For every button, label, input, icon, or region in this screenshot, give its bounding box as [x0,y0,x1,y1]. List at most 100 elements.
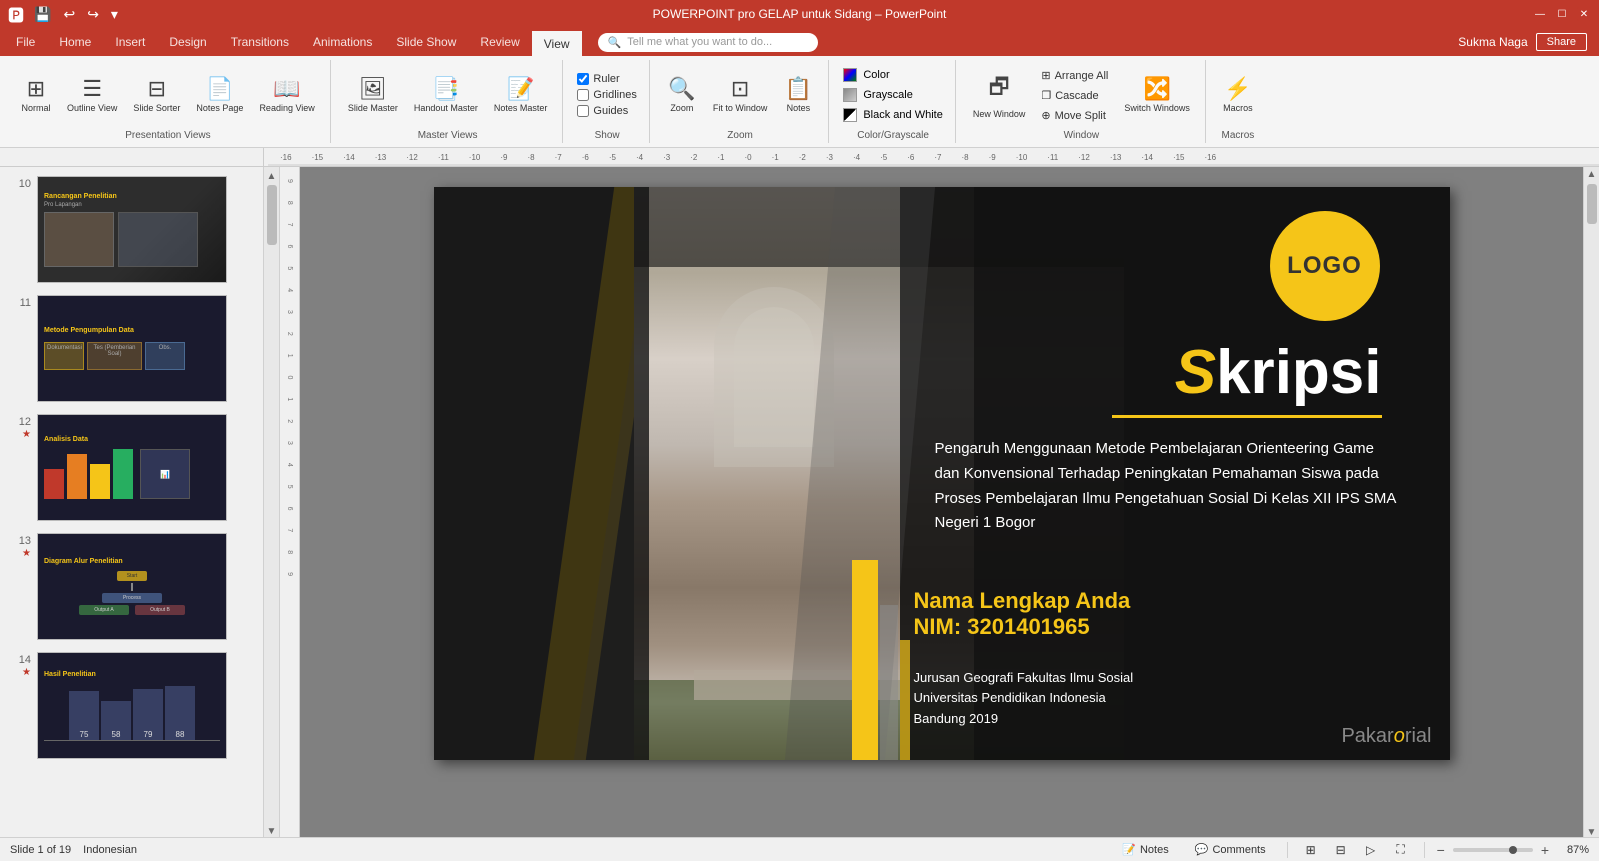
tab-insert[interactable]: Insert [103,28,157,56]
tab-review[interactable]: Review [468,28,531,56]
building-inner [734,307,814,447]
dark-overlay-left [434,187,649,760]
customize-qa-button[interactable]: ▾ [107,4,122,25]
ruler-horizontal: /* ruler marks generated inline */ ·16 ·… [264,148,1599,166]
move-split-button[interactable]: ⊕ Move Split [1034,106,1115,125]
slide-thumb-10[interactable]: 10 Rancangan Penelitian Pro Lapangan [4,171,259,288]
ruler-checkbox[interactable] [577,73,589,85]
black-white-button[interactable]: Black and White [839,106,946,124]
notes-master-button[interactable]: 📝 Notes Master [487,62,555,128]
slide-num-14: 14★ [9,652,31,678]
tab-transitions[interactable]: Transitions [219,28,301,56]
slide-thumb-11[interactable]: 11 Metode Pengumpulan Data Dokumentasi T… [4,290,259,407]
tab-file[interactable]: File [4,28,47,56]
color-label: Color [863,69,889,81]
slide-master-button[interactable]: 🖼 Slide Master [341,62,405,128]
canvas-scroll-up[interactable]: ▲ [1587,169,1597,180]
tab-view[interactable]: View [532,29,582,57]
maximize-button[interactable]: ☐ [1555,7,1569,21]
mv-group-label: Master Views [418,128,478,141]
notes-page-button[interactable]: 📄 Notes Page [189,62,250,128]
normal-view-button[interactable]: ⊞ Normal [14,62,58,128]
cascade-button[interactable]: ❐ Cascade [1034,86,1115,105]
slide-image-12: Analisis Data 📊 [37,414,227,521]
window-group-label: Window [1064,128,1100,141]
zoom-level[interactable]: 87% [1557,844,1589,856]
user-area: Sukma Naga Share [1458,33,1595,51]
arrange-all-button[interactable]: ⊞ Arrange All [1034,66,1115,85]
star-14: ★ [22,667,31,678]
slide-panel[interactable]: 10 Rancangan Penelitian Pro Lapangan 11 … [0,167,264,840]
comments-button[interactable]: 💬 Comments [1186,840,1275,859]
guides-checkbox-row[interactable]: Guides [573,104,632,118]
tab-design[interactable]: Design [157,28,218,56]
grayscale-button[interactable]: Grayscale [839,86,917,104]
zoom-handle [1509,846,1517,854]
window-controls: — ☐ ✕ [1533,7,1591,21]
slide-thumb-13[interactable]: 13★ Diagram Alur Penelitian Start Proces… [4,528,259,645]
color-swatch [843,68,857,82]
minimize-button[interactable]: — [1533,7,1547,21]
slide-wrapper: LOGO Skripsi Pengaruh Menggunaan Metode … [300,167,1583,780]
ruler-checkbox-row[interactable]: Ruler [573,72,623,86]
normal-view-status[interactable]: ⊞ [1300,839,1322,861]
new-window-button[interactable]: 🗗 New Window [966,62,1033,128]
main-slide[interactable]: LOGO Skripsi Pengaruh Menggunaan Metode … [434,187,1450,760]
reading-icon: 📖 [273,76,300,102]
notes-zoom-icon: 📋 [785,76,812,102]
status-bar-right: 📝 Notes 💬 Comments ⊞ ⊟ ▷ ⛶ − + 87% [1113,839,1589,861]
notes-status-button[interactable]: 📝 Notes [1113,840,1177,859]
canvas-scroll-thumb[interactable] [1587,184,1597,224]
app-icon: 🅿 [8,2,24,26]
reading-view-status[interactable]: ▷ [1360,839,1382,861]
redo-button[interactable]: ↪ [83,4,103,25]
ruler-row: /* ruler marks generated inline */ ·16 ·… [0,148,1599,167]
share-button[interactable]: Share [1536,33,1587,51]
tell-me-bar[interactable]: 🔍 Tell me what you want to do... [598,33,818,52]
save-button[interactable]: 💾 [30,4,55,25]
scroll-thumb[interactable] [267,185,277,245]
switch-label: Switch Windows [1124,104,1190,114]
slide-thumb-12[interactable]: 12★ Analisis Data 📊 [4,409,259,526]
tab-animations[interactable]: Animations [301,28,384,56]
zoom-plus[interactable]: + [1541,842,1549,858]
zoom-minus[interactable]: − [1437,842,1445,858]
slide-sorter-button[interactable]: ⊟ Slide Sorter [126,62,187,128]
scroll-up-arrow[interactable]: ▲ [265,169,279,183]
canvas-area: 9 8 7 6 5 4 3 2 1 0 1 2 3 4 5 6 7 8 9 [280,167,1599,840]
gridlines-checkbox[interactable] [577,89,589,101]
panel-scrollbar[interactable]: ▲ ▼ [264,167,280,840]
gridlines-checkbox-row[interactable]: Gridlines [573,88,640,102]
outline-view-button[interactable]: ☰ Outline View [60,62,124,128]
switch-windows-button[interactable]: 🔀 Switch Windows [1117,62,1197,128]
close-button[interactable]: ✕ [1577,7,1591,21]
tab-home[interactable]: Home [47,28,103,56]
reading-view-button[interactable]: 📖 Reading View [252,62,321,128]
normal-icon: ⊞ [27,76,45,102]
slideshow-status[interactable]: ⛶ [1390,839,1412,861]
handout-master-button[interactable]: 📑 Handout Master [407,62,485,128]
macros-button[interactable]: ⚡ Macros [1216,62,1260,128]
sorter-view-status[interactable]: ⊟ [1330,839,1352,861]
undo-button[interactable]: ↩ [59,4,79,25]
slide-num-13: 13★ [9,533,31,559]
zoom-slider[interactable] [1453,848,1533,852]
slide-thumb-14[interactable]: 14★ Hasil Penelitian 75 58 79 88 [4,647,259,764]
bw-label: Black and White [863,109,942,121]
tab-slideshow[interactable]: Slide Show [384,28,468,56]
watermark: Pakarorial [1341,725,1431,748]
switch-icon: 🔀 [1143,76,1170,102]
ribbon-group-presentation-views: ⊞ Normal ☰ Outline View ⊟ Slide Sorter 📄… [6,60,331,143]
handout-icon: 📑 [432,76,459,102]
watermark-prefix: Pakar [1341,725,1393,747]
scroll-down-arrow[interactable]: ▼ [265,824,279,838]
color-button[interactable]: Color [839,66,893,84]
zoom-button[interactable]: 🔍 Zoom [660,62,704,128]
window-title: POWERPOINT pro GELAP untuk Sidang – Powe… [653,7,947,21]
slide-title-12: Analisis Data [44,436,220,443]
fit-to-window-button[interactable]: ⊡ Fit to Window [706,62,775,128]
cascade-label: Cascade [1055,90,1098,102]
guides-checkbox[interactable] [577,105,589,117]
canvas-scrollbar[interactable]: ▲ ▼ [1583,167,1599,840]
notes-zoom-button[interactable]: 📋 Notes [776,62,820,128]
